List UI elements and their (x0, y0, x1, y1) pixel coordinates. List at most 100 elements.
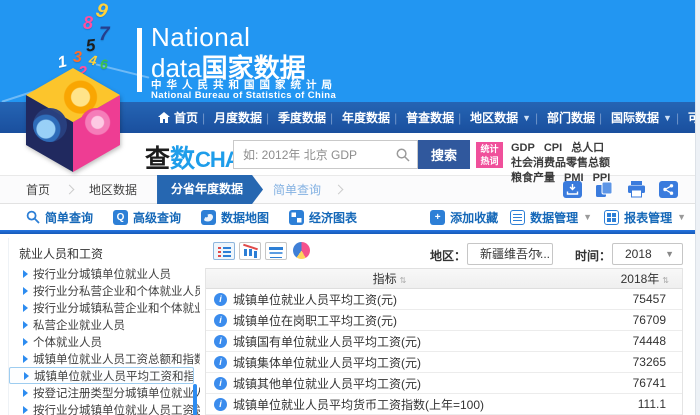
decor-number: 9 (93, 0, 109, 24)
time-select[interactable]: 2018▼ (612, 243, 683, 265)
chevron-down-icon: ▼ (535, 244, 544, 264)
breadcrumb-home[interactable]: 首页 (16, 181, 60, 198)
toolbar-econ-charts[interactable]: 经济图表 (289, 209, 357, 226)
search-input[interactable] (233, 140, 418, 169)
nbs-cube-logo (26, 68, 120, 172)
national-data-website: 9 8 7 5 3 4 6 1 2 National data国家数据 中华人民… (0, 0, 700, 415)
data-manage-icon (510, 210, 525, 225)
hot-word[interactable]: 总人口 (571, 141, 604, 156)
indicator-name: 城镇集体单位就业人员平均工资(元) (233, 354, 421, 371)
sort-icon: ⇅ (400, 276, 406, 285)
time-label: 时间： (575, 247, 611, 264)
indicator-value: 76709 (572, 313, 682, 327)
nav-item-departmental[interactable]: 部门数据 (539, 109, 603, 126)
brand-divider (137, 28, 142, 92)
view-toggle-row: 地区： 新疆维吾尔...▼ 时间： 2018▼ (205, 242, 685, 264)
triangle-icon (23, 389, 28, 397)
indicator-value: 76741 (572, 376, 682, 390)
info-icon[interactable]: i (214, 377, 227, 390)
nav-item-annual[interactable]: 年度数据 (334, 109, 398, 126)
info-icon[interactable]: i (214, 293, 227, 306)
table-row: i城镇单位就业人员平均工资(元) 75457 (206, 289, 682, 310)
indicator-name: 城镇国有单位就业人员平均工资(元) (233, 333, 421, 350)
table-header-row: 指标⇅ 2018年⇅ (206, 268, 682, 289)
breadcrumb-simple-query[interactable]: 简单查询 (265, 181, 329, 198)
breadcrumb-active-tab[interactable]: 分省年度数据 (157, 175, 263, 204)
toolbar-data-map[interactable]: 数据地图 (201, 209, 269, 226)
search-button[interactable]: 搜索 (418, 140, 470, 169)
table-row: i城镇单位在岗职工平均工资(元) 76709 (206, 310, 682, 331)
hot-word[interactable]: GDP (511, 141, 535, 156)
table-row: i 城镇国有单位就业人员平均工资(元) 74448 (206, 331, 682, 352)
info-icon[interactable]: i (214, 314, 227, 327)
column-year[interactable]: 2018年⇅ (572, 270, 682, 287)
nav-item-monthly[interactable]: 月度数据 (206, 109, 270, 126)
toolbar-report-manage[interactable]: 报表管理 ▼ (604, 209, 686, 226)
triangle-icon (23, 406, 28, 414)
hot-word[interactable]: 社会消费品零售总额 (511, 156, 610, 171)
hot-word[interactable]: PMI (564, 171, 584, 186)
triangle-icon (23, 338, 28, 346)
nav-item-census[interactable]: 普查数据 (398, 109, 462, 126)
hot-words-badge: 统计热词 (476, 142, 503, 168)
view-pie-chart-icon[interactable] (293, 242, 310, 259)
indicator-name: 城镇其他单位就业人员平均工资(元) (233, 375, 421, 392)
nav-item-quarterly[interactable]: 季度数据 (270, 109, 334, 126)
breadcrumb-region-data[interactable]: 地区数据 (79, 181, 147, 198)
decor-number: 8 (83, 13, 93, 34)
indicator-value: 73265 (572, 355, 682, 369)
triangle-icon (23, 304, 28, 312)
triangle-icon (23, 321, 28, 329)
chevron-down-icon: ▼ (677, 212, 686, 222)
chevron-down-icon: ▼ (665, 244, 674, 264)
sidebar-item[interactable]: 按行业分私营企业和个体就业人员 (9, 282, 200, 299)
sidebar-item[interactable]: 按行业分城镇私营企业和个体就业人员 (9, 299, 200, 316)
info-icon[interactable]: i (214, 356, 227, 369)
view-hbar-chart-icon[interactable] (265, 242, 287, 260)
toolbar-simple-query[interactable]: 简单查询 (26, 209, 93, 226)
triangle-icon (23, 287, 28, 295)
toolbar-advanced-query[interactable]: Q 高级查询 (113, 209, 181, 226)
sidebar-item[interactable]: 个体就业人员 (9, 333, 200, 350)
chart-icon (289, 210, 304, 225)
page-scrollbar[interactable] (695, 0, 700, 415)
breadcrumb-separator-icon (65, 185, 75, 195)
report-manage-icon (604, 210, 619, 225)
indicator-value: 74448 (572, 334, 682, 348)
column-indicator[interactable]: 指标⇅ (206, 270, 572, 287)
sidebar-item[interactable]: 按登记注册类型分城镇单位就业人员平均工资 (9, 384, 200, 401)
sidebar-item-selected[interactable]: 城镇单位就业人员平均工资和指数 (9, 367, 194, 384)
view-list-icon[interactable] (213, 242, 235, 260)
view-bar-chart-icon[interactable] (239, 242, 261, 260)
triangle-icon (23, 355, 28, 363)
sidebar-item[interactable]: 城镇单位就业人员工资总额和指数 (9, 350, 200, 367)
chevron-down-icon: ▼ (663, 113, 672, 123)
triangle-icon (24, 372, 29, 380)
plus-icon: + (430, 210, 445, 225)
hot-word[interactable]: PPI (593, 171, 611, 186)
sidebar-title: 就业人员和工资 (9, 238, 200, 265)
nav-item-home[interactable]: 首页 (150, 109, 206, 126)
indicator-table: 指标⇅ 2018年⇅ i城镇单位就业人员平均工资(元) 75457 i城镇单位在… (205, 268, 683, 415)
sidebar-item[interactable]: 按行业分城镇单位就业人员工资总额 (9, 401, 200, 415)
nav-item-regional[interactable]: 地区数据▼ (462, 109, 539, 126)
toolbar-add-favorite[interactable]: + 添加收藏 (430, 209, 498, 226)
chevron-down-icon: ▼ (522, 113, 531, 123)
info-icon[interactable]: i (214, 398, 227, 411)
hot-word[interactable]: 粮食产量 (511, 171, 555, 186)
search-magnifier-icon[interactable] (396, 148, 410, 162)
nav-item-international[interactable]: 国际数据▼ (603, 109, 680, 126)
region-select[interactable]: 新疆维吾尔...▼ (467, 243, 553, 265)
map-icon (201, 210, 216, 225)
triangle-icon (23, 270, 28, 278)
indicator-name: 城镇单位就业人员平均工资(元) (233, 291, 397, 308)
sidebar-item[interactable]: 私营企业就业人员 (9, 316, 200, 333)
indicator-tree-sidebar: 就业人员和工资 按行业分城镇单位就业人员 按行业分私营企业和个体就业人员 按行业… (8, 238, 200, 415)
sidebar-scrollbar-thumb[interactable] (193, 384, 197, 415)
indicator-value: 111.1 (572, 397, 682, 411)
brand-en-subtitle: National Bureau of Statistics of China (151, 90, 336, 101)
sidebar-item[interactable]: 按行业分城镇单位就业人员 (9, 265, 200, 282)
info-icon[interactable]: i (214, 335, 227, 348)
toolbar-data-manage[interactable]: 数据管理 ▼ (510, 209, 592, 226)
hot-word[interactable]: CPI (544, 141, 562, 156)
